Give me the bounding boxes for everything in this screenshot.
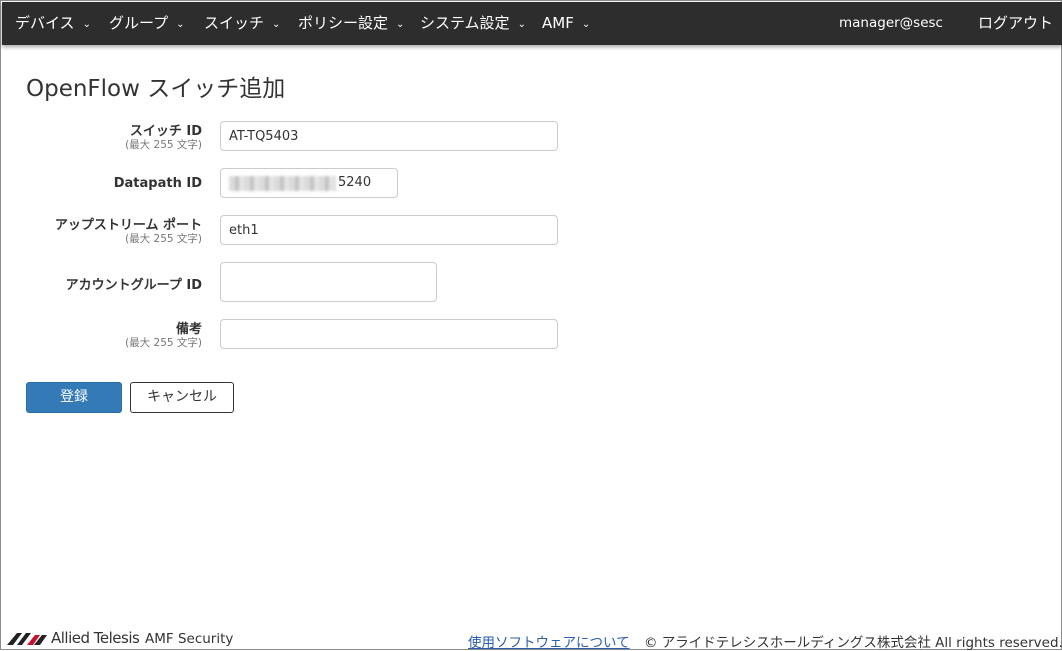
- current-user[interactable]: manager@sesc: [839, 2, 943, 45]
- copyright-text: © アライドテレシスホールディングス株式会社 All rights reserv…: [644, 635, 1062, 651]
- nav-menu-switches[interactable]: スイッチ ⌄: [204, 2, 280, 45]
- nav-menu-policy-settings[interactable]: ポリシー設定 ⌄: [298, 2, 404, 45]
- product-name: AMF Security: [145, 631, 234, 647]
- app-window: デバイス ⌄ グループ ⌄ スイッチ ⌄ ポリシー設定 ⌄ システム設定 ⌄ AMF ⌄ m…: [0, 0, 1062, 651]
- software-info-link[interactable]: 使用ソフトウェアについて: [468, 631, 630, 651]
- nav-menu-devices-label: デバイス: [15, 14, 75, 32]
- upstream-port-input[interactable]: [220, 215, 558, 245]
- nav-menu-switches-label: スイッチ: [204, 14, 265, 32]
- register-button[interactable]: 登録: [26, 382, 122, 413]
- remarks-input[interactable]: [220, 319, 558, 349]
- datapath-id-visible-suffix: 5240: [338, 175, 372, 190]
- nav-menu-groups[interactable]: グループ ⌄: [109, 2, 185, 45]
- chevron-down-icon: ⌄: [517, 19, 526, 30]
- allied-telesis-logo-icon: [7, 633, 47, 645]
- logout-link[interactable]: ログアウト: [978, 2, 1053, 45]
- chevron-down-icon: ⌄: [581, 19, 591, 30]
- top-navbar: デバイス ⌄ グループ ⌄ スイッチ ⌄ ポリシー設定 ⌄ システム設定 ⌄ AMF ⌄ m…: [2, 2, 1062, 45]
- account-group-id-input[interactable]: [220, 262, 437, 302]
- page-title: OpenFlow スイッチ追加: [26, 76, 286, 102]
- upstream-port-hint: (最大 255 文字): [125, 233, 202, 245]
- nav-menu-groups-label: グループ: [109, 14, 169, 32]
- account-group-id-label: アカウントグループ ID: [65, 278, 202, 293]
- remarks-hint: (最大 255 文字): [125, 337, 202, 349]
- switch-id-hint: (最大 255 文字): [125, 139, 202, 151]
- brand-name: Allied Telesis: [51, 629, 140, 647]
- nav-menu-amf-label: AMF: [542, 14, 574, 32]
- nav-menu-devices[interactable]: デバイス ⌄: [15, 2, 91, 45]
- chevron-down-icon: ⌄: [82, 19, 91, 30]
- nav-menu-system-settings[interactable]: システム設定 ⌄: [420, 2, 526, 45]
- redacted-datapath-id: [229, 176, 336, 191]
- datapath-id-label: Datapath ID: [113, 176, 202, 191]
- nav-menu-policy-settings-label: ポリシー設定: [298, 14, 389, 32]
- nav-menu-system-settings-label: システム設定: [420, 14, 510, 32]
- switch-id-input[interactable]: [220, 121, 558, 151]
- chevron-down-icon: ⌄: [272, 19, 281, 30]
- nav-menu-amf[interactable]: AMF ⌄: [542, 2, 590, 45]
- cancel-button[interactable]: キャンセル: [130, 382, 234, 413]
- chevron-down-icon: ⌄: [176, 19, 185, 30]
- chevron-down-icon: ⌄: [396, 19, 405, 30]
